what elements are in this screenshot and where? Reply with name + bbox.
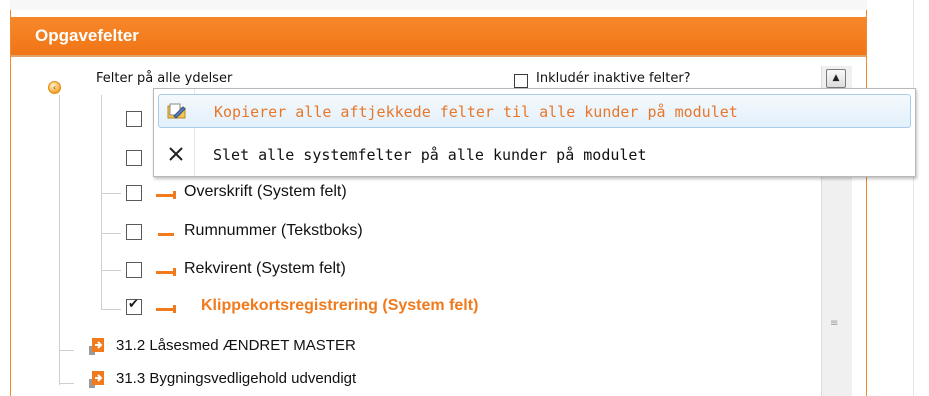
module-label: 31.2 Låsesmed ÆNDRET MASTER xyxy=(116,337,356,354)
tree-connector xyxy=(59,95,60,385)
task-fields-panel: Opgavefelter ‹ Felter på alle ydelser In… xyxy=(10,0,867,396)
tree-connector xyxy=(101,95,102,310)
field-arrow-icon xyxy=(156,191,176,199)
module-arrow-icon xyxy=(89,338,104,355)
field-label-selected: Klippekortsregistrering (System felt) xyxy=(201,297,479,314)
field-arrow-icon xyxy=(158,233,174,236)
field-label: Rumnummer (Tekstboks) xyxy=(184,222,363,239)
field-checkbox[interactable] xyxy=(126,150,142,166)
list-item[interactable]: ✔ Klippekortsregistrering (System felt) xyxy=(126,297,766,319)
collapse-circle-icon[interactable]: ‹ xyxy=(48,81,61,94)
field-arrow-icon xyxy=(156,305,176,313)
copy-checked-fields-menu-item[interactable]: Kopierer alle aftjekkede felter til alle… xyxy=(158,94,911,128)
panel-header: Opgavefelter xyxy=(11,17,866,57)
delete-menu-label: Slet alle systemfelter på alle kunder på… xyxy=(213,146,647,164)
module-label: 31.3 Bygningsvedligehold udvendigt xyxy=(116,370,357,387)
divider xyxy=(913,0,914,396)
tree-connector xyxy=(59,383,74,384)
field-arrow-icon xyxy=(156,268,176,276)
checkmark-icon: ✔ xyxy=(128,297,139,312)
copy-menu-label: Kopierer alle aftjekkede felter til alle… xyxy=(214,103,738,121)
edit-folder-icon xyxy=(167,103,186,119)
field-checkbox[interactable] xyxy=(126,224,142,240)
field-checkbox[interactable] xyxy=(126,185,142,201)
list-item[interactable]: Overskrift (System felt) xyxy=(126,183,766,205)
include-inactive-checkbox[interactable] xyxy=(514,74,528,88)
field-label: Overskrift (System felt) xyxy=(184,183,347,200)
tree-connector xyxy=(101,193,121,194)
field-checkbox[interactable] xyxy=(126,111,142,127)
context-menu: Kopierer alle aftjekkede felter til alle… xyxy=(153,88,916,177)
panel-title: Opgavefelter xyxy=(35,26,139,45)
list-item[interactable]: 31.2 Låsesmed ÆNDRET MASTER xyxy=(59,337,726,359)
field-label: Rekvirent (System felt) xyxy=(184,260,346,277)
field-checkbox[interactable] xyxy=(126,262,142,278)
include-inactive-label: Inkludér inaktive felter? xyxy=(536,71,691,86)
field-checkbox[interactable]: ✔ xyxy=(126,297,142,315)
list-item[interactable]: Rumnummer (Tekstboks) xyxy=(126,222,766,244)
close-x-icon xyxy=(169,147,183,161)
chevron-up-icon[interactable]: ▲ xyxy=(826,69,846,88)
scroll-grip-icon[interactable]: ≡ xyxy=(830,319,842,329)
tree-root-label[interactable]: Felter på alle ydelser xyxy=(96,71,232,86)
tree-connector xyxy=(101,233,121,234)
tree-connector xyxy=(101,309,121,310)
list-item[interactable]: Rekvirent (System felt) xyxy=(126,260,766,282)
tree-connector xyxy=(59,350,74,351)
tree-connector xyxy=(101,270,121,271)
module-arrow-icon xyxy=(89,371,104,388)
delete-system-fields-menu-item[interactable]: Slet alle systemfelter på alle kunder på… xyxy=(158,138,911,172)
list-item[interactable]: 31.3 Bygningsvedligehold udvendigt xyxy=(59,370,726,392)
